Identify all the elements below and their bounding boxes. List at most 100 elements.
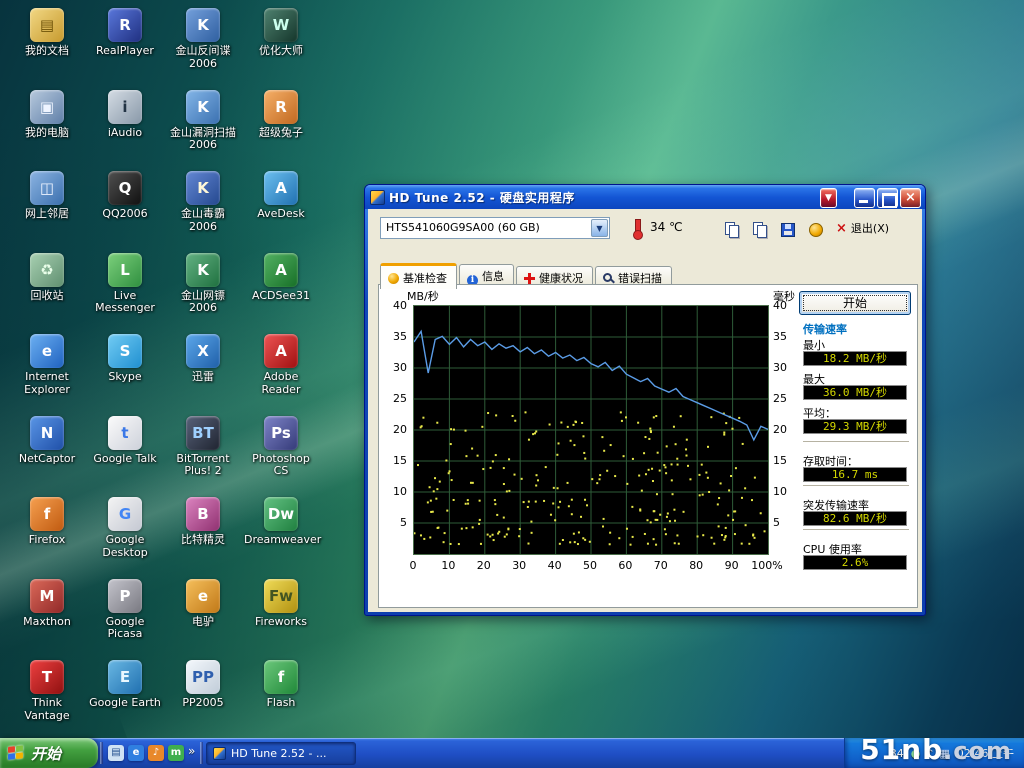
close-button[interactable]: × <box>900 188 921 208</box>
wopti-icon: W <box>264 8 298 42</box>
desktop-icon-label: PP2005 <box>166 697 240 710</box>
quick-launch-media-player[interactable]: ♪ <box>148 745 164 761</box>
desktop-icon-live-messenger[interactable]: LLive Messenger <box>88 253 162 316</box>
desktop-icon-label: Internet Explorer <box>10 371 84 397</box>
desktop-icon-flash[interactable]: fFlash <box>244 660 318 710</box>
x-tick-label: 50 <box>573 559 607 572</box>
desktop-icon-super-rabbit[interactable]: R超级兔子 <box>244 90 318 140</box>
dreamweaver-icon: Dw <box>264 497 298 531</box>
always-on-top-button[interactable]: ▼ <box>820 188 837 208</box>
copy-text-button[interactable] <box>748 218 770 240</box>
desktop-icon-think-vantage[interactable]: TThink Vantage <box>10 660 84 723</box>
taskbar-divider[interactable] <box>200 742 203 764</box>
quick-launch-show-desktop[interactable]: ▤ <box>108 745 124 761</box>
tray-network-icon[interactable]: ▦ <box>939 748 949 759</box>
desktop-icon-iaudio[interactable]: iiAudio <box>88 90 162 140</box>
desktop-icon-google-picasa[interactable]: P Google Picasa <box>88 579 162 642</box>
desktop-icon-maxthon[interactable]: MMaxthon <box>10 579 84 629</box>
desktop-icon-google-earth[interactable]: EGoogle Earth <box>88 660 162 710</box>
desktop-icon-google-talk[interactable]: tGoogle Talk <box>88 416 162 466</box>
desktop-icon-label: QQ2006 <box>88 208 162 221</box>
taskbar: 开始 ▤e♪m » HD Tune 2.52 - ... 34 ●♪▦ 02:4… <box>0 738 1024 768</box>
desktop-icon-bittorrent-plus[interactable]: BTBitTorrent Plus! 2 <box>166 416 240 479</box>
desktop-icon-kingsoft-antivirus[interactable]: K金山毒霸 2006 <box>166 171 240 234</box>
quick-launch-messenger[interactable]: m <box>168 745 184 761</box>
desktop-icon-thunder[interactable]: X迅雷 <box>166 334 240 384</box>
desktop-icon-kingsoft-antispyware[interactable]: K金山反间谍 2006 <box>166 8 240 71</box>
exit-label: 退出(X) <box>851 220 889 236</box>
x-tick-label: 60 <box>608 559 642 572</box>
desktop-icon-label: Skype <box>88 371 162 384</box>
exit-button[interactable]: × 退出(X) <box>836 220 889 236</box>
emule-icon: e <box>186 579 220 613</box>
desktop-icon-pp2005[interactable]: PPPP2005 <box>166 660 240 710</box>
desktop-icon-emule[interactable]: e电驴 <box>166 579 240 629</box>
desktop-icon-bitspirit[interactable]: B比特精灵 <box>166 497 240 547</box>
drive-temperature: 34 ℃ <box>650 220 683 234</box>
tray-volume-icon[interactable]: ♪ <box>926 748 933 759</box>
desktop-icon-network-places[interactable]: ◫网上邻居 <box>10 171 84 221</box>
minimize-button[interactable] <box>854 188 875 208</box>
window-titlebar[interactable]: HD Tune 2.52 - 硬盘实用程序 ▼ × <box>365 185 925 209</box>
desktop-icon-adobe-reader[interactable]: AAdobe Reader <box>244 334 318 397</box>
stat-value-avg: 29.3 MB/秒 <box>803 419 907 434</box>
maximize-button[interactable] <box>877 188 898 208</box>
start-button[interactable]: 开始 <box>0 738 98 768</box>
google-picasa-icon: P <box>108 579 142 613</box>
y-tick-label: 20 <box>383 423 407 436</box>
desktop-icon-dreamweaver[interactable]: DwDreamweaver <box>244 497 318 547</box>
options-button[interactable] <box>804 218 826 240</box>
desktop-icon-qq2006[interactable]: QQQ2006 <box>88 171 162 221</box>
tab-benchmark[interactable]: 基准检查 <box>380 263 457 289</box>
bitspirit-icon: B <box>186 497 220 531</box>
hdtune-task-button[interactable]: HD Tune 2.52 - ... <box>206 742 356 765</box>
quick-launch-overflow-chevron[interactable]: » <box>188 744 195 758</box>
desktop-icon-kingsoft-firewall[interactable]: K 金山网镖 2006 <box>166 253 240 316</box>
desktop-icon-my-computer[interactable]: ▣我的电脑 <box>10 90 84 140</box>
desktop-icon-avedesk[interactable]: AAveDesk <box>244 171 318 221</box>
desktop-icon-firefox[interactable]: fFirefox <box>10 497 84 547</box>
desktop-icon-photoshop-cs[interactable]: PsPhotoshop CS <box>244 416 318 479</box>
desktop-icon-wopti[interactable]: W优化大师 <box>244 8 318 58</box>
start-benchmark-button[interactable]: 开始 <box>799 291 911 315</box>
desktop-icon-google-desktop[interactable]: GGoogle Desktop <box>88 497 162 560</box>
desktop-icon-label: Think Vantage <box>10 697 84 723</box>
desktop-icon-acdsee31[interactable]: AACDSee31 <box>244 253 318 303</box>
drive-select[interactable]: HTS541060G9SA00 (60 GB) ▼ <box>380 217 610 239</box>
desktop-icon-netcaptor[interactable]: NNetCaptor <box>10 416 84 466</box>
save-screenshot-button[interactable] <box>776 218 798 240</box>
kingsoft-firewall-icon: K <box>186 253 220 287</box>
tray-clock[interactable]: 02:46 上午 <box>957 745 1014 761</box>
desktop-icon-skype[interactable]: SSkype <box>88 334 162 384</box>
stats-divider <box>803 485 909 487</box>
desktop-icon-internet-explorer[interactable]: e Internet Explorer <box>10 334 84 397</box>
quick-launch-internet-explorer[interactable]: e <box>128 745 144 761</box>
internet-explorer-icon: e <box>30 334 64 368</box>
x-tick-label: 10 <box>431 559 465 572</box>
y-axis-left-unit: MB/秒 <box>407 288 439 304</box>
desktop-icon-label: Google Picasa <box>88 616 162 642</box>
desktop-icon-fireworks[interactable]: FwFireworks <box>244 579 318 629</box>
taskbar-divider[interactable] <box>100 742 103 764</box>
desktop-icon-my-documents[interactable]: ▤我的文档 <box>10 8 84 58</box>
tray-hdd-temperature[interactable]: 34 <box>890 748 904 759</box>
acdsee31-icon: A <box>264 253 298 287</box>
tab-label: 基准检查 <box>403 272 447 285</box>
desktop-icon-kingsoft-scan[interactable]: K金山漏洞扫描 2006 <box>166 90 240 153</box>
desktop-icon-label: Google Talk <box>88 453 162 466</box>
tray-icons: ● ♪ ▦ <box>911 748 950 759</box>
hdtune-window: HD Tune 2.52 - 硬盘实用程序 ▼ × HTS541060G9SA0… <box>364 184 926 616</box>
copy-screenshot-button[interactable] <box>720 218 742 240</box>
x-tick-label: 40 <box>538 559 572 572</box>
kingsoft-scan-icon: K <box>186 90 220 124</box>
exit-x-icon: × <box>836 221 847 236</box>
thunder-icon: X <box>186 334 220 368</box>
start-label: 开始 <box>31 743 61 764</box>
tray-antivirus-icon[interactable]: ● <box>911 748 921 759</box>
desktop-icon-label: Fireworks <box>244 616 318 629</box>
desktop-icon-realplayer[interactable]: RRealPlayer <box>88 8 162 58</box>
recycle-bin-icon: ♻ <box>30 253 64 287</box>
desktop-icon-recycle-bin[interactable]: ♻回收站 <box>10 253 84 303</box>
chevron-down-icon[interactable]: ▼ <box>591 219 608 237</box>
desktop-icon-label: 金山网镖 2006 <box>166 290 240 316</box>
